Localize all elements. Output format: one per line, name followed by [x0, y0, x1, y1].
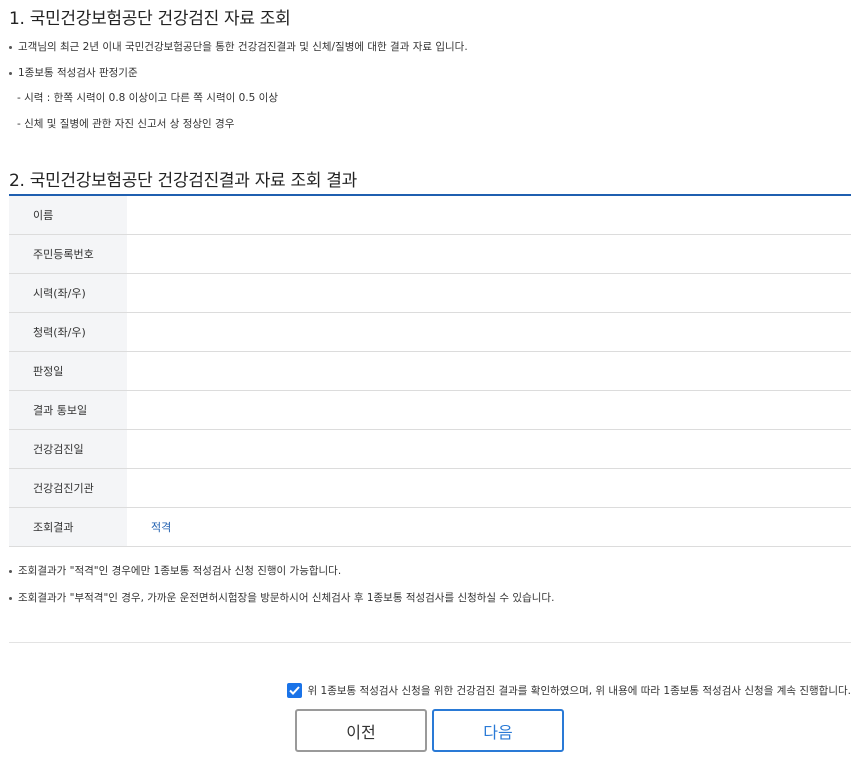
section2-title: 2. 국민건강보험공단 건강검진결과 자료 조회 결과: [9, 171, 357, 191]
info-bullet-2-text: 1종보통 적성검사 판정기준: [18, 67, 138, 79]
table-row: 이름: [9, 196, 851, 235]
info-bullet-1: 고객님의 최근 2년 이내 국민건강보험공단을 통한 건강검진결과 및 신체/질…: [9, 39, 468, 54]
row-value-name: [127, 196, 851, 235]
table-row: 건강검진일: [9, 429, 851, 469]
row-label-query-result: 조회결과: [9, 507, 127, 547]
row-value-hearing: [127, 312, 851, 352]
agreement-text: 위 1종보통 적성검사 신청을 위한 건강검진 결과를 확인하였으며, 위 내용…: [307, 685, 851, 697]
row-label-resident-number: 주민등록번호: [9, 234, 127, 274]
note-bullet-1-text: 조회결과가 "적격"인 경우에만 1종보통 적성검사 신청 진행이 가능합니다.: [18, 565, 342, 577]
row-value-checkup-date: [127, 429, 851, 469]
note-bullet-2-text: 조회결과가 "부적격"인 경우, 가까운 운전면허시험장을 방문하시어 신체검사…: [18, 592, 555, 604]
criteria-vision: - 시력 : 한쪽 시력이 0.8 이상이고 다른 쪽 시력이 0.5 이상: [17, 92, 278, 104]
info-bullet-2: 1종보통 적성검사 판정기준: [9, 65, 138, 80]
bullet-dot-icon: [9, 45, 12, 49]
row-label-checkup-date: 건강검진일: [9, 429, 127, 469]
row-label-name: 이름: [9, 196, 127, 235]
checkmark-icon: [288, 686, 300, 695]
section-divider: [9, 642, 851, 643]
criteria-body: - 신체 및 질병에 관한 자진 신고서 상 정상인 경우: [17, 118, 235, 130]
row-value-query-result: 적격: [127, 507, 851, 547]
agreement-row: 위 1종보통 적성검사 신청을 위한 건강검진 결과를 확인하였으며, 위 내용…: [286, 683, 851, 698]
row-label-vision: 시력(좌/우): [9, 273, 127, 313]
row-value-checkup-institution: [127, 468, 851, 508]
row-label-judgment-date: 판정일: [9, 351, 127, 391]
table-row: 건강검진기관: [9, 468, 851, 508]
table-row: 판정일: [9, 351, 851, 391]
prev-button[interactable]: 이전: [295, 709, 427, 752]
note-bullet-1: 조회결과가 "적격"인 경우에만 1종보통 적성검사 신청 진행이 가능합니다.: [9, 563, 341, 578]
next-button[interactable]: 다음: [432, 709, 564, 752]
agreement-checkbox[interactable]: [286, 683, 302, 698]
bullet-dot-icon: [9, 569, 12, 573]
row-value-vision: [127, 273, 851, 313]
row-value-resident-number: [127, 234, 851, 274]
section1-title: 1. 국민건강보험공단 건강검진 자료 조회: [9, 9, 291, 29]
table-row: 결과 통보일: [9, 390, 851, 430]
row-label-hearing: 청력(좌/우): [9, 312, 127, 352]
table-row: 청력(좌/우): [9, 312, 851, 352]
bullet-dot-icon: [9, 596, 12, 600]
row-label-notice-date: 결과 통보일: [9, 390, 127, 430]
result-table: 이름 주민등록번호 시력(좌/우) 청력(좌/우) 판정일 결과 통보일 건강검…: [9, 196, 851, 547]
row-value-judgment-date: [127, 351, 851, 391]
table-row: 시력(좌/우): [9, 273, 851, 313]
table-row: 주민등록번호: [9, 234, 851, 274]
bullet-dot-icon: [9, 71, 12, 75]
row-value-notice-date: [127, 390, 851, 430]
row-label-checkup-institution: 건강검진기관: [9, 468, 127, 508]
table-row: 조회결과 적격: [9, 507, 851, 547]
info-bullet-1-text: 고객님의 최근 2년 이내 국민건강보험공단을 통한 건강검진결과 및 신체/질…: [18, 41, 468, 53]
note-bullet-2: 조회결과가 "부적격"인 경우, 가까운 운전면허시험장을 방문하시어 신체검사…: [9, 590, 554, 605]
